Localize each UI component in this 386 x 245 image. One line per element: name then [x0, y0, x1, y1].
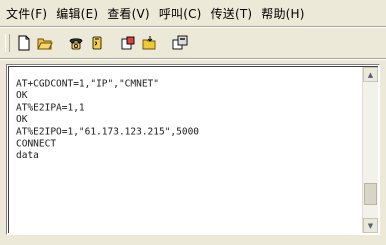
scroll-up-button[interactable]: ▲ — [363, 67, 378, 82]
toolbar — [0, 29, 386, 57]
toolbar-divider-highlight — [0, 59, 386, 60]
menu-edit[interactable]: 编辑(E) — [56, 5, 98, 22]
menubar-divider-highlight — [0, 27, 386, 28]
properties-button[interactable] — [170, 33, 190, 53]
terminal-line: OK — [16, 89, 28, 102]
terminal-frame: AT+CGDCONT=1,"IP","CMNET" OK AT%E2IPA=1,… — [8, 66, 378, 233]
call-button[interactable] — [66, 33, 86, 53]
properties-icon — [172, 35, 188, 50]
menu-call[interactable]: 呼叫(C) — [159, 5, 202, 22]
new-document-icon — [18, 35, 30, 51]
call-phone-icon — [69, 38, 83, 50]
terminal-window: 文件(F) 编辑(E) 查看(V) 呼叫(C) 传送(T) 帮助(H) AT+C… — [0, 0, 386, 245]
disconnect-phone-icon — [92, 36, 102, 50]
receive-file-icon — [142, 36, 156, 50]
new-button[interactable] — [14, 33, 34, 53]
terminal-line: AT%E2IPO=1,"61.173.123.215",5000 — [16, 125, 200, 138]
open-folder-icon — [37, 38, 53, 50]
terminal-line: data — [16, 149, 39, 162]
send-file-icon — [121, 36, 135, 50]
send-button[interactable] — [118, 33, 138, 53]
menu-transfer[interactable]: 传送(T) — [211, 5, 253, 22]
receive-button[interactable] — [139, 33, 159, 53]
disconnect-button[interactable] — [87, 33, 107, 53]
terminal-line: CONNECT — [16, 137, 57, 150]
open-button[interactable] — [35, 33, 55, 53]
terminal-line: AT+CGDCONT=1,"IP","CMNET" — [16, 78, 159, 90]
terminal-output: AT+CGDCONT=1,"IP","CMNET" OK AT%E2IPA=1,… — [16, 78, 361, 162]
vertical-scrollbar[interactable]: ▲ ▼ — [362, 67, 378, 233]
scrollbar-thumb[interactable] — [364, 183, 377, 205]
arrow-up-icon: ▲ — [367, 70, 374, 79]
menu-help[interactable]: 帮助(H) — [261, 5, 304, 22]
scroll-down-button[interactable]: ▼ — [363, 218, 378, 233]
menu-file[interactable]: 文件(F) — [6, 5, 47, 22]
terminal-display[interactable]: AT+CGDCONT=1,"IP","CMNET" OK AT%E2IPA=1,… — [6, 64, 380, 235]
toolbar-grip[interactable] — [5, 34, 10, 52]
menu-view[interactable]: 查看(V) — [107, 5, 150, 22]
terminal-line: AT%E2IPA=1,1 — [16, 101, 85, 114]
terminal-line: OK — [16, 113, 28, 126]
arrow-down-icon: ▼ — [367, 221, 374, 230]
menu-bar: 文件(F) 编辑(E) 查看(V) 呼叫(C) 传送(T) 帮助(H) — [0, 0, 386, 26]
